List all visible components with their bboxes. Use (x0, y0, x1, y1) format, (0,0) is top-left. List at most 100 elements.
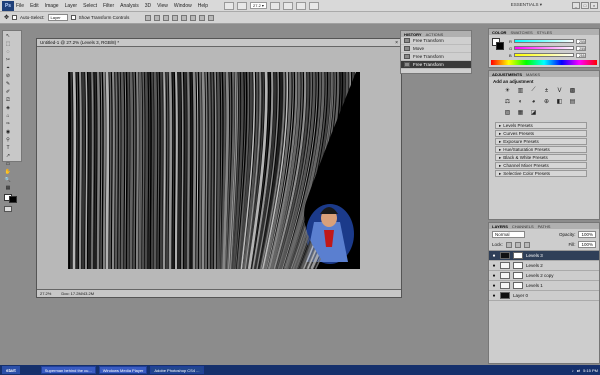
exposure-icon[interactable]: ± (542, 87, 551, 94)
eye-icon[interactable]: ● (491, 283, 497, 289)
close-icon[interactable]: × (395, 40, 398, 46)
tool-11-icon[interactable]: ✑ (4, 120, 12, 127)
status-zoom[interactable]: 27.2% (40, 291, 51, 296)
red-slider[interactable]: R 255 (509, 38, 586, 44)
tool-15-icon[interactable]: ↗ (4, 152, 12, 159)
tool-3-icon[interactable]: ✂ (4, 56, 12, 63)
tab-masks[interactable]: MASKS (526, 72, 540, 77)
tool-12-icon[interactable]: ◉ (4, 128, 12, 135)
tab-styles[interactable]: STYLES (537, 30, 552, 35)
zoom-level-select[interactable]: 27.2 ▾ (250, 2, 267, 9)
taskbar-item[interactable]: Windows Media Player (98, 366, 148, 374)
tool-8-icon[interactable]: ⎚ (4, 96, 12, 103)
maximize-button[interactable]: □ (581, 2, 589, 9)
history-item[interactable]: Free Transform (401, 53, 471, 61)
bw-icon[interactable]: ◐ (516, 98, 525, 105)
preset-item[interactable]: ▸ Levels Presets (495, 122, 587, 129)
preset-item[interactable]: ▸ Selective Color Presets (495, 170, 587, 177)
background-color-swatch[interactable] (9, 196, 17, 203)
lock-pixels-button[interactable] (505, 241, 512, 248)
show-transform-checkbox[interactable] (70, 15, 76, 20)
preset-item[interactable]: ▸ Hue/Saturation Presets (495, 146, 587, 153)
tool-2-icon[interactable]: ◌ (4, 48, 12, 55)
tool-17-icon[interactable]: ✋ (4, 168, 12, 175)
menu-filter[interactable]: Filter (103, 3, 114, 9)
layer-row[interactable]: ● Layer 0 (489, 291, 599, 301)
rotate-view-button[interactable] (282, 1, 293, 10)
start-button[interactable]: start (2, 366, 20, 374)
eye-icon[interactable]: ● (491, 253, 497, 259)
menu-window[interactable]: Window (174, 3, 192, 9)
menu-analysis[interactable]: Analysis (120, 3, 139, 9)
green-slider[interactable]: G 255 (509, 45, 587, 51)
tool-0-icon[interactable]: ↖ (4, 32, 12, 39)
tool-5-icon[interactable]: ⊘ (4, 72, 12, 79)
tool-14-icon[interactable]: T (4, 144, 12, 151)
selective-color-icon[interactable]: ◪ (529, 109, 538, 116)
history-item[interactable]: Free Transform (401, 61, 471, 69)
channel-mixer-icon[interactable]: ⊕ (542, 98, 551, 105)
levels-icon[interactable]: ▥ (516, 87, 525, 94)
tab-layers[interactable]: LAYERS (492, 224, 508, 229)
gradient-map-icon[interactable]: ▦ (516, 109, 525, 116)
layer-row[interactable]: ● Levels 1 (489, 281, 599, 291)
document-title-bar[interactable]: Untitled-1 @ 27.2% (Levels 3, RGB/8) * (37, 39, 401, 47)
document-window[interactable]: Untitled-1 @ 27.2% (Levels 3, RGB/8) * × (36, 38, 402, 298)
status-doc-size[interactable]: Doc: 17.2M/43.2M (61, 291, 94, 296)
close-button[interactable]: × (590, 2, 598, 9)
menu-select[interactable]: Select (83, 3, 97, 9)
invert-icon[interactable]: ◧ (555, 98, 564, 105)
tool-19-icon[interactable]: ▦ (4, 184, 12, 191)
threshold-icon[interactable]: ▨ (503, 109, 512, 116)
auto-select-checkbox[interactable] (12, 15, 18, 20)
tool-9-icon[interactable]: ◈ (4, 104, 12, 111)
brightness-icon[interactable]: ☀ (503, 87, 512, 94)
auto-select-dropdown[interactable]: Layer (47, 14, 68, 21)
preset-item[interactable]: ▸ Channel Mixer Presets (495, 162, 587, 169)
green-value[interactable]: 255 (576, 45, 587, 51)
arrange-documents-button[interactable] (295, 1, 306, 10)
align-top-button[interactable] (145, 14, 152, 21)
tool-13-icon[interactable]: ⚲ (4, 136, 12, 143)
align-bottom-button[interactable] (163, 14, 170, 21)
launch-bridge-button[interactable] (224, 1, 235, 10)
workspace-switcher[interactable]: ESSENTIALS ▾ (511, 2, 542, 8)
layer-row[interactable]: ● Levels 2 copy (489, 271, 599, 281)
network-icon[interactable]: ⇄ (577, 368, 580, 373)
blue-value[interactable]: 255 (575, 52, 586, 58)
photo-filter-icon[interactable]: ◕ (529, 98, 538, 105)
hue-sat-icon[interactable]: ▩ (568, 87, 577, 94)
menu-3d[interactable]: 3D (145, 3, 151, 9)
eye-icon[interactable]: ● (491, 273, 497, 279)
minimize-button[interactable]: _ (572, 2, 580, 9)
bg-color-chip[interactable] (496, 42, 504, 50)
tab-color[interactable]: COLOR (492, 30, 506, 35)
history-item[interactable]: Free Transform (401, 37, 471, 45)
tab-adjustments[interactable]: ADJUSTMENTS (492, 72, 522, 77)
history-item[interactable]: Move (401, 45, 471, 53)
distribute-2-button[interactable] (208, 14, 215, 21)
preset-item[interactable]: ▸ Exposure Presets (495, 138, 587, 145)
blue-ramp[interactable] (513, 53, 574, 57)
vibrance-icon[interactable]: V (555, 87, 564, 94)
preset-item[interactable]: ▸ Curves Presets (495, 130, 587, 137)
volume-icon[interactable]: ♪ (572, 368, 574, 373)
tab-history[interactable]: HISTORY (404, 32, 422, 37)
tab-swatches[interactable]: SWATCHES (510, 30, 532, 35)
tool-4-icon[interactable]: ⌖ (4, 64, 12, 71)
quick-mask-button[interactable] (4, 206, 12, 212)
taskbar-item[interactable]: Adobe Photoshop CS4 ... (150, 366, 204, 374)
tab-paths[interactable]: PATHS (538, 224, 551, 229)
tool-10-icon[interactable]: ⌂ (4, 112, 12, 119)
tool-1-icon[interactable]: ⬚ (4, 40, 12, 47)
align-center-button[interactable] (181, 14, 188, 21)
layer-row[interactable]: ● Levels 3 (489, 251, 599, 261)
tab-channels[interactable]: CHANNELS (512, 224, 534, 229)
blue-slider[interactable]: B 255 (509, 52, 586, 58)
menu-view[interactable]: View (157, 3, 168, 9)
preset-item[interactable]: ▸ Black & White Presets (495, 154, 587, 161)
menu-help[interactable]: Help (198, 3, 208, 9)
green-ramp[interactable] (514, 46, 575, 50)
taskbar-item[interactable]: Superman behind the cu... (40, 366, 96, 374)
align-right-button[interactable] (190, 14, 197, 21)
